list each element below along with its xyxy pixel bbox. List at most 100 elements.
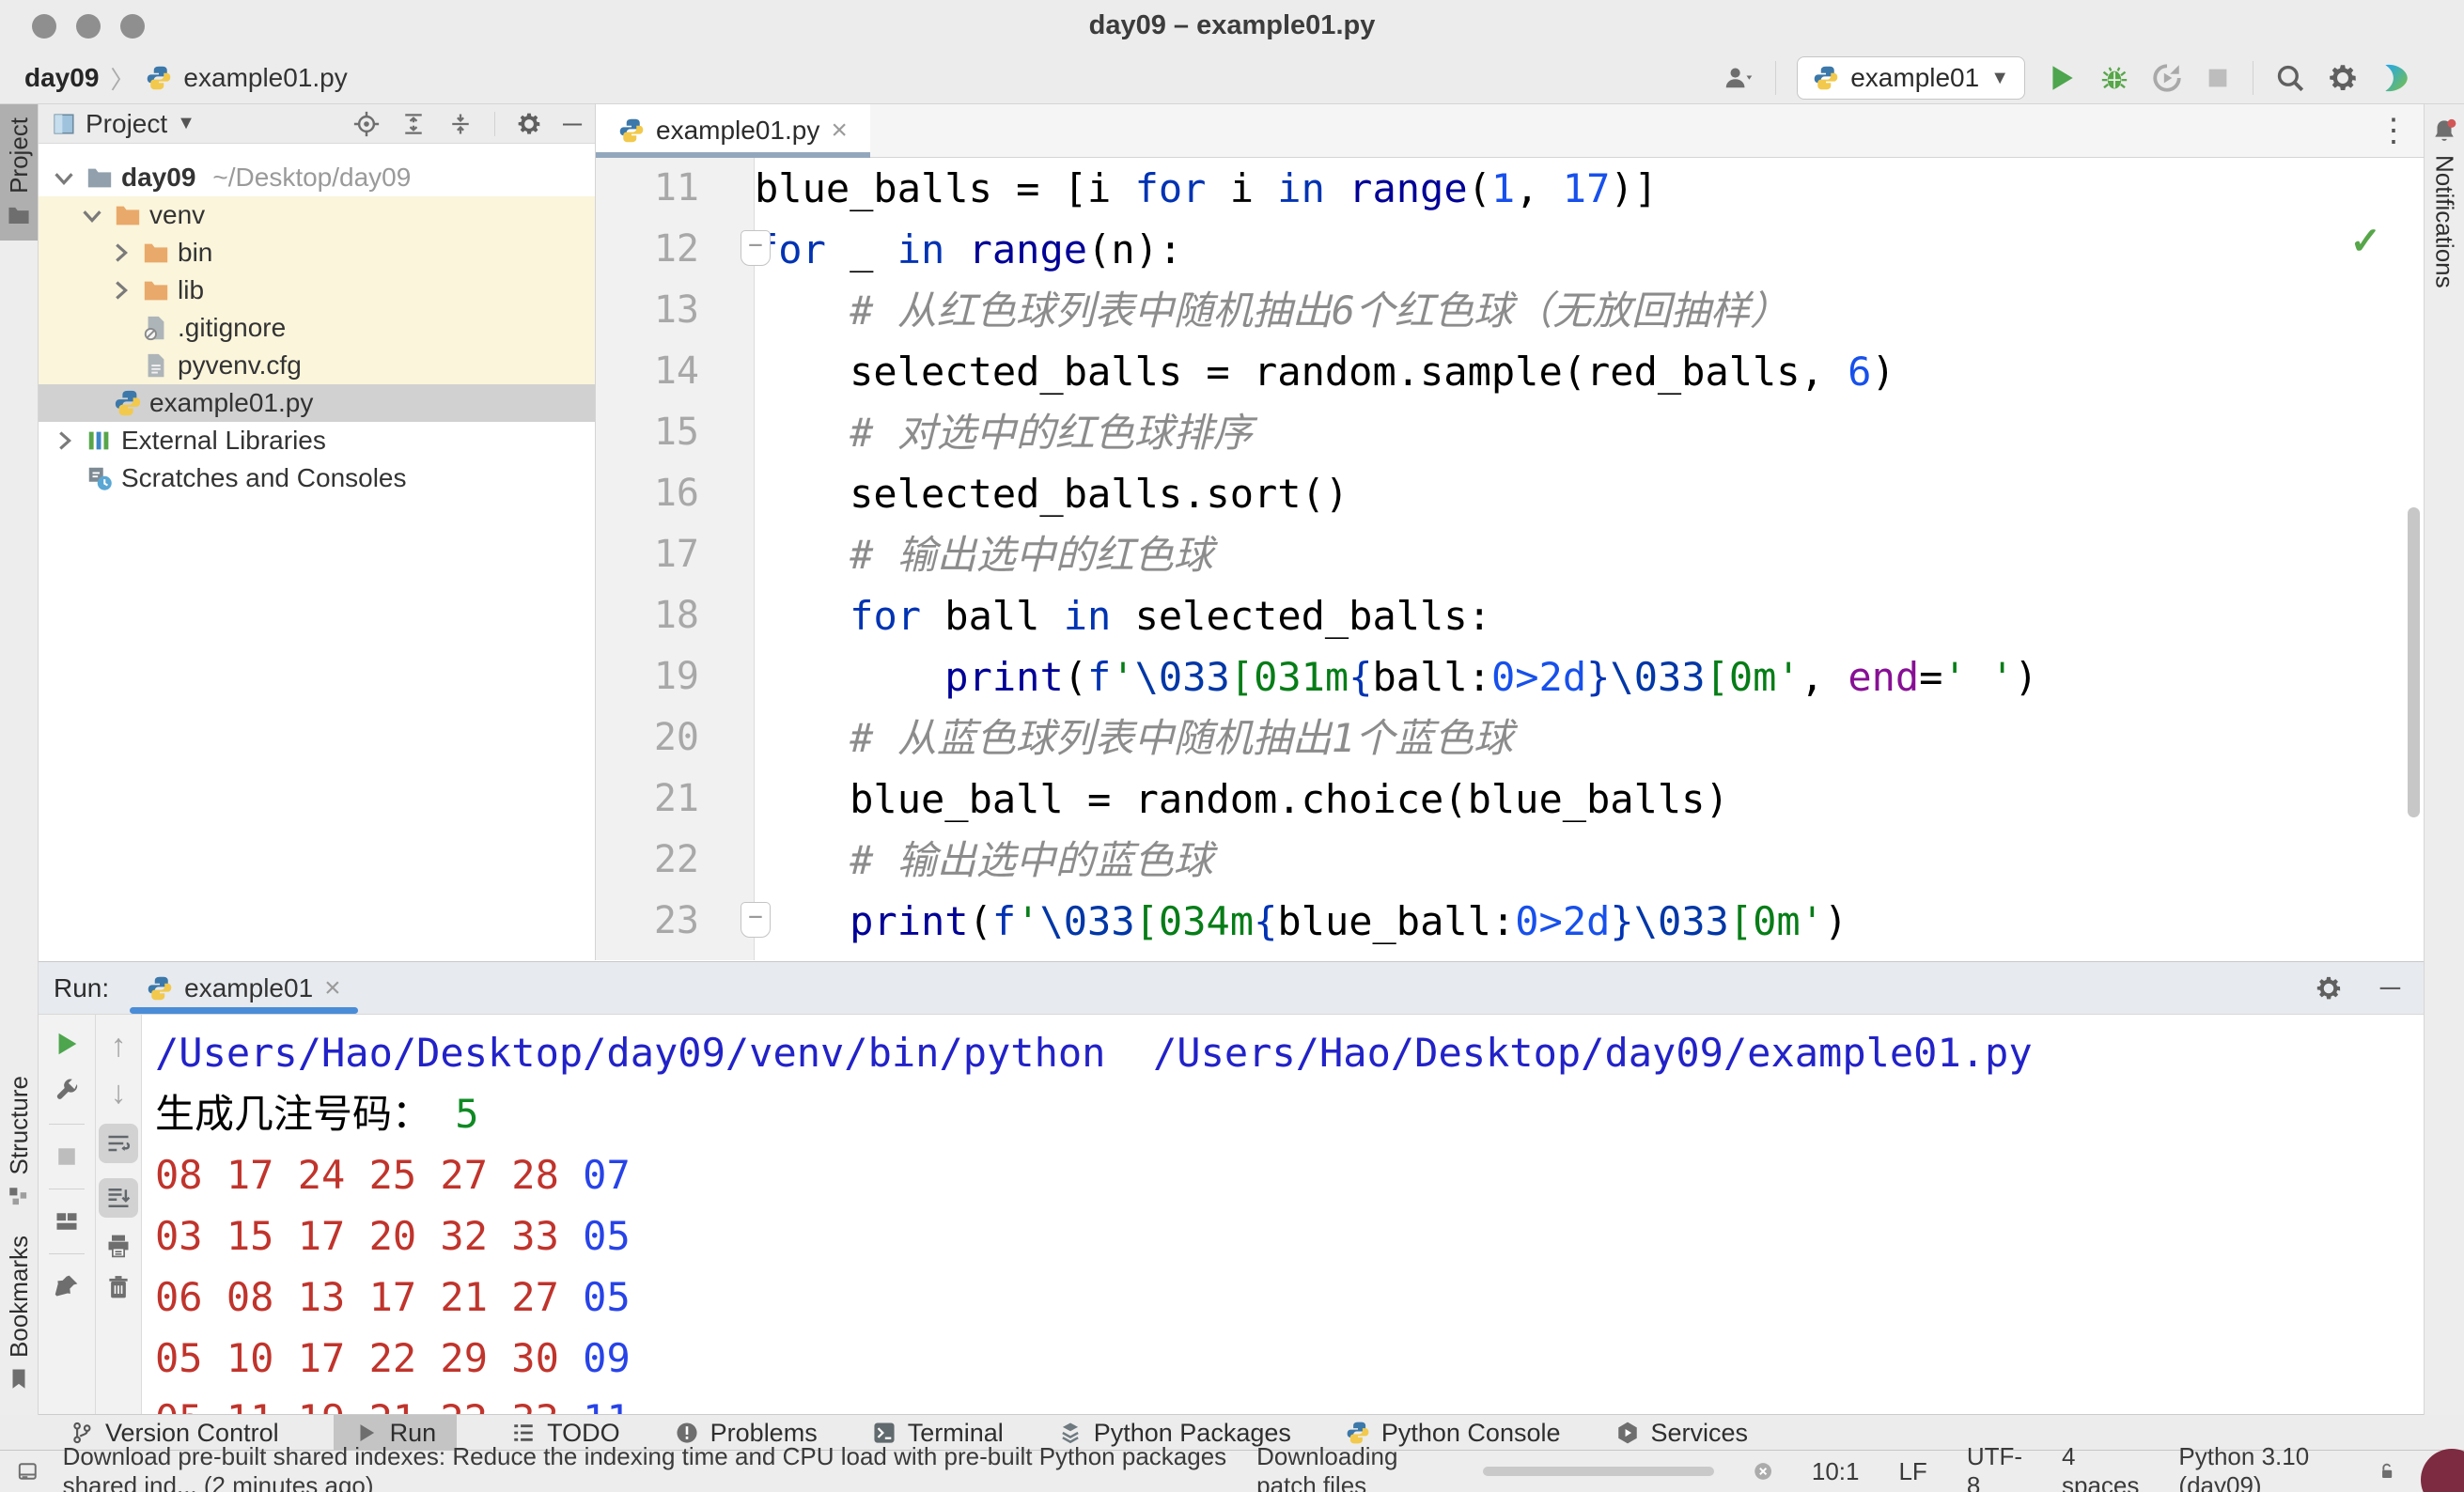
tree-item-bin[interactable]: bin [39,234,595,272]
code-line-23[interactable]: print(f'\033[034m{blue_ball:0>2d}\033[0m… [755,891,2425,952]
down-stacktrace-icon[interactable]: ↓ [111,1077,127,1109]
folder-icon [7,203,31,227]
line-number-19[interactable]: 19 [596,646,754,707]
tool-tab-bookmarks[interactable]: Bookmarks [0,1222,38,1405]
chevron-right-icon[interactable] [50,427,78,455]
breadcrumb-file[interactable]: example01.py [183,63,347,93]
chevron-right-icon[interactable] [106,276,134,304]
code-line-13[interactable]: # 从红色球列表中随机抽出6个红色球（无放回抽样） [755,280,2425,341]
restore-layout-icon[interactable] [54,1208,80,1235]
tool-tab-project[interactable]: Project [0,104,38,241]
cancel-progress-icon[interactable] [1754,1458,1772,1484]
line-number-13[interactable]: 13 [596,280,754,341]
tree-item-lib[interactable]: lib [39,272,595,309]
line-number-14[interactable]: 14 [596,341,754,402]
project-panel-title[interactable]: Project [86,109,167,139]
tree-item-scratches-and-consoles[interactable]: Scratches and Consoles [39,459,595,497]
lock-open-icon[interactable] [2378,1458,2396,1484]
code-line-22[interactable]: # 输出选中的蓝色球 [755,830,2425,891]
scroll-to-end-toggle[interactable] [99,1178,138,1218]
code-line-21[interactable]: blue_ball = random.choice(blue_balls) [755,769,2425,830]
code-line-20[interactable]: # 从蓝色球列表中随机抽出1个蓝色球 [755,707,2425,769]
chevron-right-icon[interactable] [106,239,134,267]
up-stacktrace-icon[interactable]: ↑ [111,1030,127,1062]
fold-marker-icon[interactable]: − [741,902,771,938]
hide-run-panel-icon[interactable]: ─ [2380,973,2400,1002]
line-ending[interactable]: LF [1898,1457,1926,1486]
colorful-play-icon[interactable] [2379,62,2411,94]
tree-item-example01-py[interactable]: example01.py [39,384,595,422]
tool-tab-structure[interactable]: Structure [0,1063,38,1222]
code-line-18[interactable]: for ball in selected_balls: [755,585,2425,646]
chevron-right-icon: 〉 [110,65,135,94]
tree-item--gitignore[interactable]: .gitignore [39,309,595,347]
tool-tab-notifications[interactable]: Notifications [2425,104,2464,302]
run-tab-example01[interactable]: example01 × [130,962,358,1014]
line-number-22[interactable]: 22 [596,830,754,891]
print-icon[interactable] [105,1233,132,1259]
breadcrumb-project[interactable]: day09 [24,63,99,93]
run-configuration-select[interactable]: example01 ▼ [1797,56,2025,100]
editor-tab-example01[interactable]: example01.py × [596,104,870,158]
code-line-19[interactable]: print(f'\033[031m{ball:0>2d}\033[0m', en… [755,646,2425,707]
panel-options-gear-icon[interactable] [516,111,542,137]
tree-item-day09[interactable]: day09 ~/Desktop/day09 [39,159,595,196]
status-message[interactable]: Download pre-built shared indexes: Reduc… [63,1442,1257,1492]
run-console-output[interactable]: /Users/Hao/Desktop/day09/venv/bin/python… [142,1015,2425,1415]
code-line-16[interactable]: selected_balls.sort() [755,463,2425,524]
settings-gear-icon[interactable] [2327,62,2359,94]
structure-tab-label: Structure [4,1076,33,1175]
code-line-14[interactable]: selected_balls = random.sample(red_balls… [755,341,2425,402]
pin-tab-icon[interactable] [54,1273,80,1299]
file-encoding[interactable]: UTF-8 [1967,1442,2022,1492]
code-line-12[interactable]: for _ in range(n): [755,219,2425,280]
line-number-12[interactable]: 12− [596,219,771,280]
code-line-17[interactable]: # 输出选中的红色球 [755,524,2425,585]
line-number-17[interactable]: 17 [596,524,754,585]
run-options-gear-icon[interactable] [2315,974,2343,1002]
select-opened-file-icon[interactable] [353,111,380,137]
stop-button[interactable] [2204,64,2232,92]
fold-marker-icon[interactable]: − [741,230,771,266]
run-settings-wrench-icon[interactable] [53,1077,81,1105]
code-line-11[interactable]: blue_balls = [i for i in range(1, 17)] [755,158,2425,219]
chevron-down-icon[interactable]: ▼ [177,113,195,134]
line-number-16[interactable]: 16 [596,463,754,524]
python-interpreter[interactable]: Python 3.10 (day09) [2178,1442,2337,1492]
chevron-down-icon[interactable] [50,163,78,192]
line-number-18[interactable]: 18 [596,585,754,646]
line-number-20[interactable]: 20 [596,707,754,769]
hide-panel-icon[interactable]: ─ [563,110,582,137]
close-tab-icon[interactable]: × [831,115,848,147]
tree-item-venv[interactable]: venv [39,196,595,234]
line-number-11[interactable]: 11 [596,158,754,219]
user-account-icon[interactable] [1723,62,1754,94]
code-line-15[interactable]: # 对选中的红色球排序 [755,402,2425,463]
tree-item-external-libraries[interactable]: External Libraries [39,422,595,459]
caret-position[interactable]: 10:1 [1812,1457,1860,1486]
expand-all-icon[interactable] [400,111,427,137]
inspections-ok-check-icon[interactable]: ✓ [2349,220,2381,263]
run-button[interactable] [2046,62,2078,94]
line-number-23[interactable]: 23− [596,891,771,952]
close-run-tab-icon[interactable]: × [324,972,341,1004]
soft-wrap-toggle[interactable] [99,1124,138,1163]
editor-scrollbar[interactable] [2408,507,2420,817]
file-text-icon [142,351,170,380]
python-file-icon [618,117,645,144]
line-number-15[interactable]: 15 [596,402,754,463]
chevron-down-icon[interactable] [78,201,106,229]
debug-button[interactable] [2098,62,2130,94]
rerun-button[interactable] [53,1030,81,1058]
indent-setting[interactable]: 4 spaces [2062,1442,2139,1492]
run-with-coverage-icon[interactable] [2151,62,2183,94]
dock-window-icon[interactable] [17,1458,39,1484]
code-editor[interactable]: 11 12−13 14 15 16 17 18 19 20 21 22 23− blue_balls … [596,158,2425,960]
search-everywhere-icon[interactable] [2274,62,2306,94]
clear-console-icon[interactable] [105,1274,132,1300]
tree-item-pyvenv-cfg[interactable]: pyvenv.cfg [39,347,595,384]
stop-process-button[interactable] [54,1143,80,1170]
collapse-all-icon[interactable] [447,111,474,137]
kebab-menu-icon[interactable]: ⋮ [2378,112,2425,149]
line-number-21[interactable]: 21 [596,769,754,830]
